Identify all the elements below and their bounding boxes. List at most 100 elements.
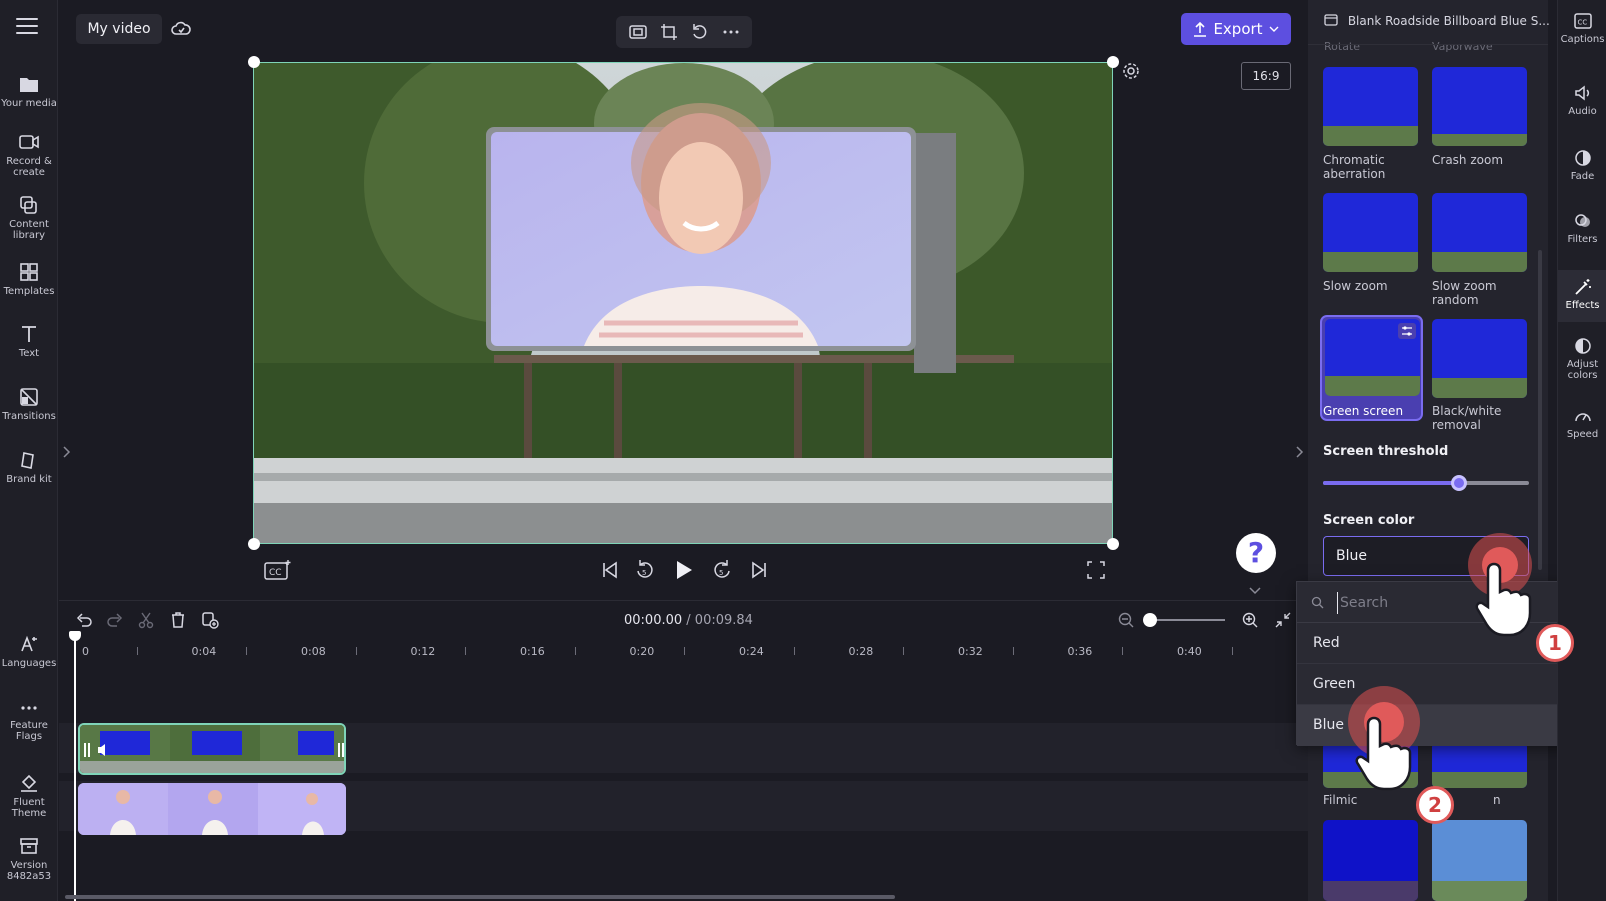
effect-slow-zoom[interactable] [1323, 193, 1418, 272]
screen-threshold-slider[interactable] [1323, 475, 1529, 491]
resize-handle-top-right[interactable] [1107, 56, 1119, 68]
effect-chromatic-aberration[interactable] [1323, 67, 1418, 146]
rail-filters[interactable]: Filters [1558, 212, 1606, 245]
tick-label: 0:28 [848, 645, 874, 658]
more-options-icon[interactable] [722, 29, 740, 35]
expand-left-icon[interactable] [61, 445, 71, 459]
zoom-slider-knob[interactable] [1143, 613, 1157, 627]
library-icon [20, 196, 37, 214]
rail-captions[interactable]: CC Captions [1558, 12, 1606, 45]
tick-mark [574, 647, 576, 655]
effect-crash-zoom[interactable] [1432, 67, 1527, 146]
help-button[interactable]: ? [1236, 533, 1276, 573]
archive-icon [20, 838, 38, 854]
camera-icon [19, 135, 39, 149]
cloud-sync-icon[interactable] [170, 19, 192, 39]
upload-icon [1194, 21, 1207, 37]
fullscreen-icon[interactable] [1086, 556, 1106, 584]
fit-timeline-icon[interactable] [1274, 611, 1292, 629]
project-title[interactable]: My video [76, 14, 162, 44]
person-clip-thumbnails [78, 783, 346, 835]
effect-green-screen[interactable] [1325, 319, 1420, 396]
cut-icon[interactable] [137, 611, 155, 629]
captions-toggle-icon[interactable]: CC [263, 556, 293, 584]
languages-icon [21, 635, 37, 652]
collapse-panel-icon[interactable] [1294, 445, 1304, 459]
resize-handle-bottom-right[interactable] [1107, 538, 1119, 550]
slider-knob[interactable] [1450, 475, 1467, 491]
rail-adjust-colors[interactable]: Adjust colors [1558, 337, 1606, 381]
rail-languages[interactable]: Languages [0, 634, 58, 669]
forward-5-icon[interactable]: 5 [711, 556, 733, 584]
effect-tile-row5-left[interactable] [1323, 820, 1418, 901]
undo-icon[interactable] [75, 611, 93, 629]
skip-back-icon[interactable] [600, 556, 620, 584]
redo-icon[interactable] [106, 611, 124, 629]
rail-text[interactable]: Text [0, 324, 58, 359]
collapse-preview-icon[interactable] [1248, 586, 1262, 596]
play-icon[interactable] [673, 556, 695, 584]
panel-divider [1308, 44, 1548, 45]
rotate-icon[interactable] [691, 23, 709, 41]
rail-templates[interactable]: Templates [0, 262, 58, 297]
speedometer-icon [1574, 413, 1591, 422]
timeline-scrollbar[interactable] [65, 895, 895, 899]
templates-icon [20, 263, 38, 281]
effect-slow-zoom-random[interactable] [1432, 193, 1527, 272]
effect-unknown[interactable] [1432, 742, 1527, 788]
fit-icon[interactable] [628, 24, 647, 40]
menu-icon[interactable] [16, 18, 38, 36]
rail-version[interactable]: Version 8482a53 [0, 836, 58, 882]
rail-brand-kit[interactable]: Brand kit [0, 450, 58, 485]
resize-handle-top-left[interactable] [248, 56, 260, 68]
rail-your-media[interactable]: Your media [0, 74, 58, 109]
effect-black-white-removal[interactable] [1432, 319, 1527, 398]
preview-toolbar [616, 16, 752, 48]
brand-kit-icon [21, 452, 34, 469]
zoom-out-icon[interactable] [1117, 611, 1135, 629]
settings-sliders-icon[interactable] [1398, 323, 1416, 339]
rewind-5-icon[interactable]: 5 [634, 556, 656, 584]
effect-label: Black/white removal [1432, 404, 1502, 432]
tick-label: 0:08 [301, 645, 326, 658]
tick-label: 0:40 [1177, 645, 1202, 658]
timeline-ruler[interactable]: 0 0:04 0:08 0:12 0:16 0:20 0:24 0:28 0:32 0:36 0:4… [59, 641, 1308, 661]
rail-audio[interactable]: Audio [1558, 84, 1606, 117]
effect-label-selected: Green screen [1323, 404, 1404, 418]
aspect-ratio-button[interactable]: 16:9 [1241, 62, 1291, 90]
rail-content-library[interactable]: Content library [0, 195, 58, 241]
zoom-slider[interactable] [1143, 613, 1225, 627]
rail-record-create[interactable]: Record & create [0, 132, 58, 178]
tick-label: 0:32 [958, 645, 983, 658]
tick-mark [903, 647, 905, 655]
rail-speed[interactable]: Speed [1558, 407, 1606, 440]
billboard-clip[interactable] [78, 723, 346, 775]
rail-fluent-theme[interactable]: Fluent Theme [0, 773, 58, 819]
step-badge-1: 1 [1536, 624, 1574, 662]
magic-wand-icon [1574, 279, 1591, 295]
panel-scrollbar[interactable] [1538, 250, 1542, 570]
adjust-colors-icon [1574, 338, 1591, 354]
effect-label: Filmic [1323, 793, 1358, 807]
video-file-icon [1324, 14, 1338, 29]
zoom-in-icon[interactable] [1241, 611, 1259, 629]
duplicate-icon[interactable] [201, 611, 219, 629]
playhead[interactable] [74, 635, 76, 901]
more-icon [21, 706, 37, 710]
chevron-down-icon [1269, 26, 1279, 32]
rail-fade[interactable]: Fade [1558, 149, 1606, 182]
skip-forward-icon[interactable] [749, 556, 769, 584]
effect-tile-row5-right[interactable] [1432, 820, 1527, 901]
delete-icon[interactable] [169, 611, 187, 629]
resize-handle-bottom-left[interactable] [248, 538, 260, 550]
video-preview[interactable] [253, 62, 1113, 544]
export-button[interactable]: Export [1181, 13, 1291, 45]
asset-header: Blank Roadside Billboard Blue S... [1324, 14, 1550, 29]
crop-icon[interactable] [660, 23, 678, 41]
tick-mark [793, 647, 795, 655]
rail-feature-flags[interactable]: Feature Flags [0, 700, 58, 742]
rail-transitions[interactable]: Transitions [0, 387, 58, 422]
gear-icon[interactable] [1122, 62, 1140, 80]
person-clip[interactable] [78, 783, 346, 835]
rail-effects[interactable]: Effects [1558, 270, 1606, 322]
